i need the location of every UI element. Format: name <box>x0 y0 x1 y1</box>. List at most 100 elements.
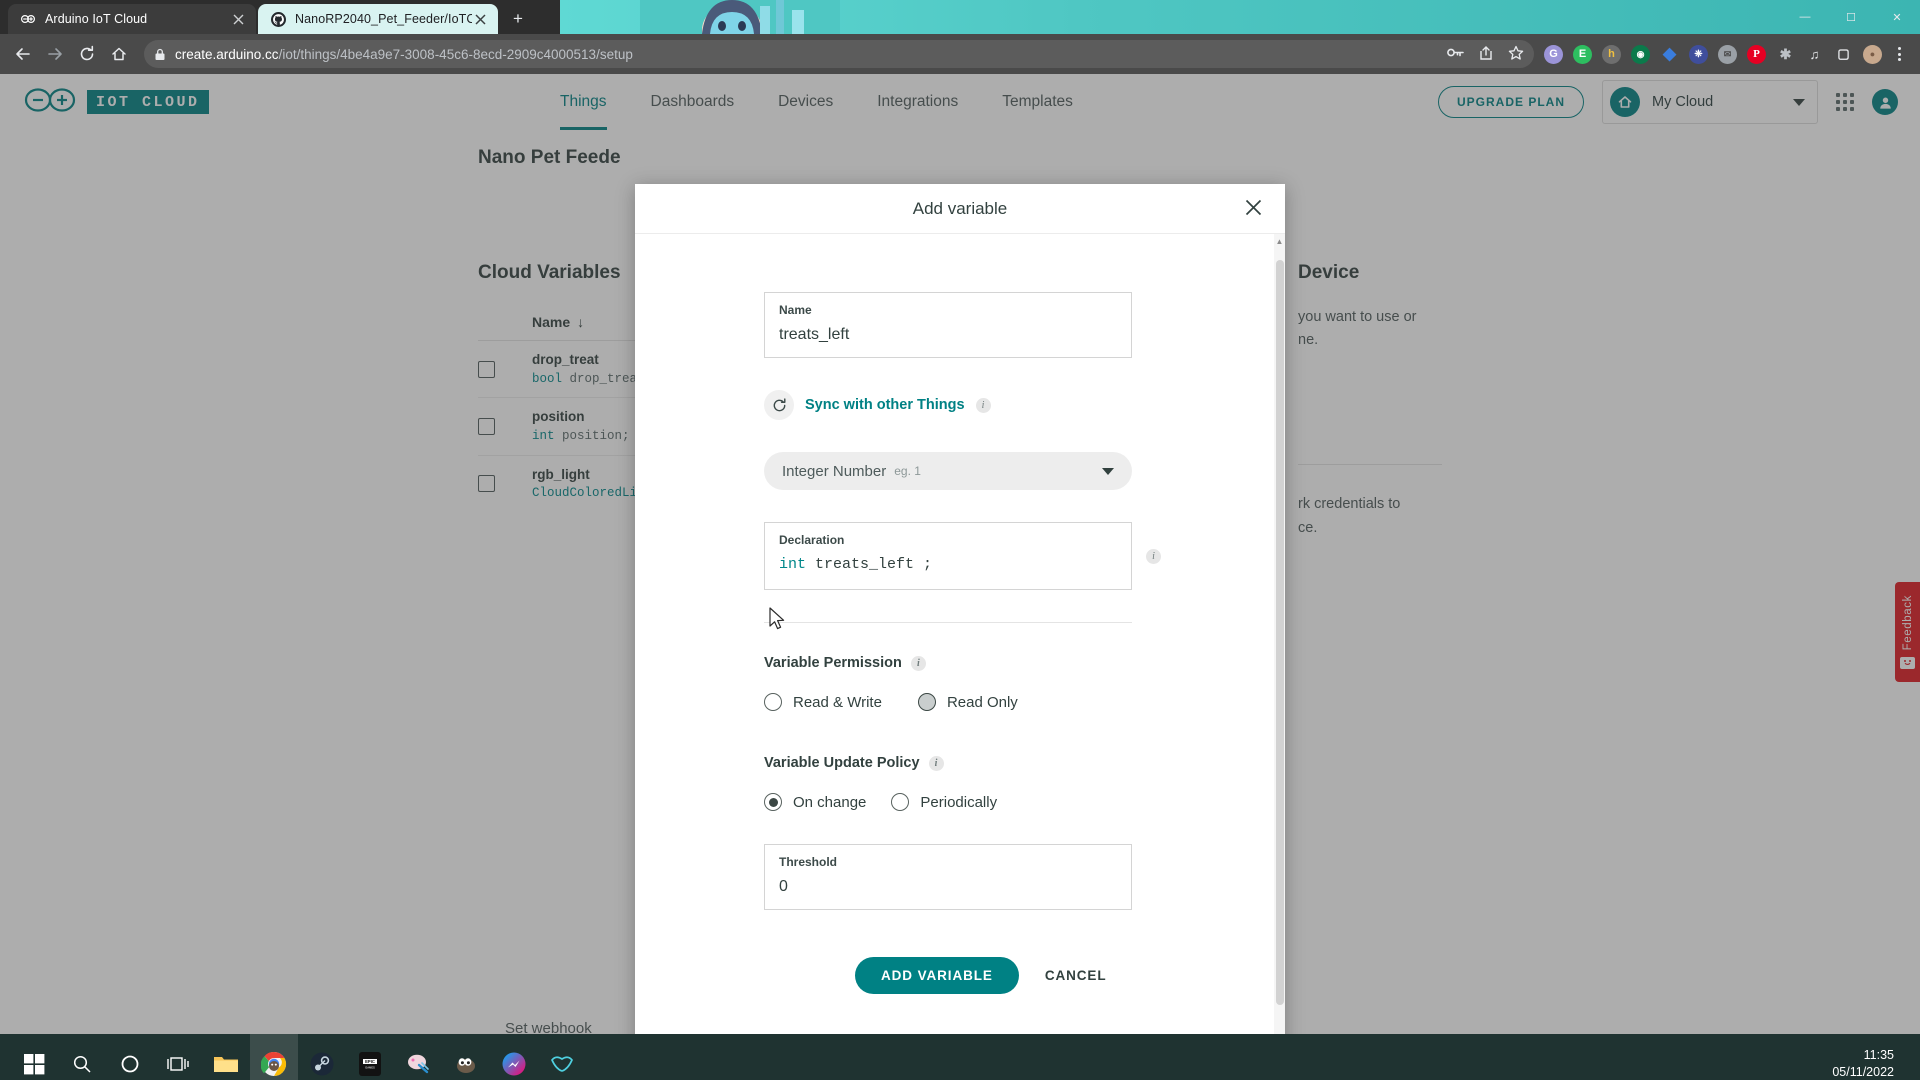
lock-icon <box>154 48 166 61</box>
window-controls: — ☐ ✕ <box>1782 0 1920 34</box>
tab-strip: Arduino IoT Cloud NanoRP2040_Pet_Feeder/… <box>0 0 1920 34</box>
reload-icon[interactable] <box>72 39 102 69</box>
mouse-cursor <box>768 607 788 638</box>
field-label: Name <box>779 303 1117 317</box>
back-icon[interactable] <box>8 39 38 69</box>
file-explorer[interactable] <box>202 1034 250 1080</box>
clock-date: 05/11/2022 <box>1832 1064 1894 1080</box>
svg-text:GAMES: GAMES <box>365 1066 375 1070</box>
close-icon[interactable] <box>472 11 488 27</box>
radio-read-write[interactable]: Read & Write <box>764 693 882 711</box>
svg-text:EPIC: EPIC <box>365 1059 375 1064</box>
radio-label: On change <box>793 794 866 811</box>
declaration-code: int treats_left ; <box>779 556 1117 573</box>
variable-name-field[interactable]: Name treats_left <box>764 292 1132 358</box>
threshold-field[interactable]: Threshold 0 <box>764 844 1132 910</box>
maximize-button[interactable]: ☐ <box>1828 0 1874 34</box>
scrollbar-thumb[interactable] <box>1276 260 1284 1005</box>
task-view-button[interactable] <box>154 1034 202 1080</box>
share-icon[interactable] <box>1478 45 1494 64</box>
sync-refresh-icon <box>764 390 794 420</box>
page-content: IOT CLOUD Things Dashboards Devices Inte… <box>0 74 1920 1034</box>
extension-icons: G E h ◉ ◆ ❈ ✉ P ✱ ♫ ▢ ● <box>1544 45 1884 64</box>
variable-type-select[interactable]: Integer Number eg. 1 <box>764 452 1132 490</box>
forward-icon[interactable] <box>40 39 70 69</box>
radio-button[interactable] <box>918 693 936 711</box>
browser-tab[interactable]: NanoRP2040_Pet_Feeder/IoTClo <box>258 4 498 34</box>
radio-button[interactable] <box>764 693 782 711</box>
three-dots-menu-icon[interactable] <box>1886 47 1912 61</box>
add-variable-button[interactable]: ADD VARIABLE <box>855 957 1019 994</box>
omnibox-actions <box>1435 45 1524 64</box>
info-icon[interactable]: i <box>976 398 991 413</box>
info-icon[interactable]: i <box>1146 549 1161 564</box>
paint-net[interactable] <box>394 1034 442 1080</box>
theme-artwork <box>640 0 840 34</box>
messenger[interactable] <box>490 1034 538 1080</box>
blue-diamond-extension[interactable]: ◆ <box>1660 45 1679 64</box>
permission-radio-group: Read & Write Read Only <box>764 693 1285 711</box>
puzzle-extensions-icon[interactable]: ✱ <box>1776 45 1795 64</box>
threshold-input[interactable]: 0 <box>779 878 1117 896</box>
browser-tab[interactable]: Arduino IoT Cloud <box>8 4 256 34</box>
scroll-up-icon[interactable]: ▲ <box>1276 234 1284 249</box>
modal-divider <box>764 622 1132 623</box>
chrome[interactable] <box>250 1034 298 1080</box>
radio-on-change[interactable]: On change <box>764 793 866 811</box>
radio-read-only[interactable]: Read Only <box>918 693 1018 711</box>
update-policy-heading-label: Variable Update Policy <box>764 755 920 771</box>
address-bar[interactable]: create.arduino.cc/iot/things/4be4a9e7-30… <box>144 40 1534 68</box>
sidepanel-icon[interactable]: ▢ <box>1834 45 1853 64</box>
pinterest-extension[interactable]: P <box>1747 45 1766 64</box>
variable-permission-heading: Variable Permission i <box>764 655 1285 671</box>
cancel-button[interactable]: CANCEL <box>1045 968 1107 983</box>
minimize-button[interactable]: — <box>1782 0 1828 34</box>
notes-extension[interactable]: ✉ <box>1718 45 1737 64</box>
epic-games[interactable]: EPIC GAMES <box>346 1034 394 1080</box>
thunderbird[interactable] <box>538 1034 586 1080</box>
taskbar-clock[interactable]: 11:35 05/11/2022 <box>1832 1047 1910 1080</box>
start-button[interactable] <box>10 1034 58 1080</box>
grammarly-extension[interactable]: G <box>1544 45 1563 64</box>
radio-button[interactable] <box>764 793 782 811</box>
info-icon[interactable]: i <box>929 756 944 771</box>
steam[interactable] <box>298 1034 346 1080</box>
radio-periodically[interactable]: Periodically <box>891 793 997 811</box>
declaration-field: Declaration int treats_left ; <box>764 522 1132 590</box>
bookmark-star-icon[interactable] <box>1508 45 1524 64</box>
honey-extension[interactable]: h <box>1602 45 1621 64</box>
info-icon[interactable]: i <box>911 656 926 671</box>
close-icon[interactable] <box>1241 198 1265 220</box>
radio-button[interactable] <box>891 793 909 811</box>
selected-type-label: Integer Number <box>782 463 886 480</box>
new-tab-button[interactable]: + <box>504 5 532 33</box>
url-host: create.arduino.cc <box>175 47 279 62</box>
gimp[interactable] <box>442 1034 490 1080</box>
social-extension[interactable]: ❈ <box>1689 45 1708 64</box>
windows-taskbar: EPIC GAMES 11:35 05/11/2022 <box>0 1034 1920 1080</box>
modal-actions: ADD VARIABLE CANCEL <box>855 957 1285 994</box>
key-icon[interactable] <box>1447 45 1464 63</box>
type-example-hint: eg. 1 <box>894 464 921 478</box>
sync-with-other-things-row[interactable]: Sync with other Things i <box>764 390 1285 420</box>
declaration-row: Declaration int treats_left ; i <box>635 522 1285 590</box>
cortana-button[interactable] <box>106 1034 154 1080</box>
search-button[interactable] <box>58 1034 106 1080</box>
permission-heading-label: Variable Permission <box>764 655 902 671</box>
close-window-button[interactable]: ✕ <box>1874 0 1920 34</box>
variable-name-input[interactable]: treats_left <box>779 326 1117 344</box>
sync-label[interactable]: Sync with other Things <box>805 397 965 413</box>
field-label: Threshold <box>779 855 1117 869</box>
modal-body: Name treats_left Sync with other Things … <box>635 234 1285 1034</box>
profile-avatar[interactable]: ● <box>1863 45 1882 64</box>
close-icon[interactable] <box>230 11 246 27</box>
tab-title: Arduino IoT Cloud <box>45 12 230 26</box>
playlist-icon[interactable]: ♫ <box>1805 45 1824 64</box>
add-variable-modal: Add variable Name treats_left Sync with … <box>635 184 1285 1034</box>
github-icon <box>270 11 286 27</box>
evernote-extension[interactable]: E <box>1573 45 1592 64</box>
modal-scrollbar[interactable]: ▲ ▼ <box>1274 234 1285 1034</box>
update-policy-radio-group: On change Periodically <box>764 793 1285 811</box>
home-icon[interactable] <box>104 39 134 69</box>
gitkraken-extension[interactable]: ◉ <box>1631 45 1650 64</box>
